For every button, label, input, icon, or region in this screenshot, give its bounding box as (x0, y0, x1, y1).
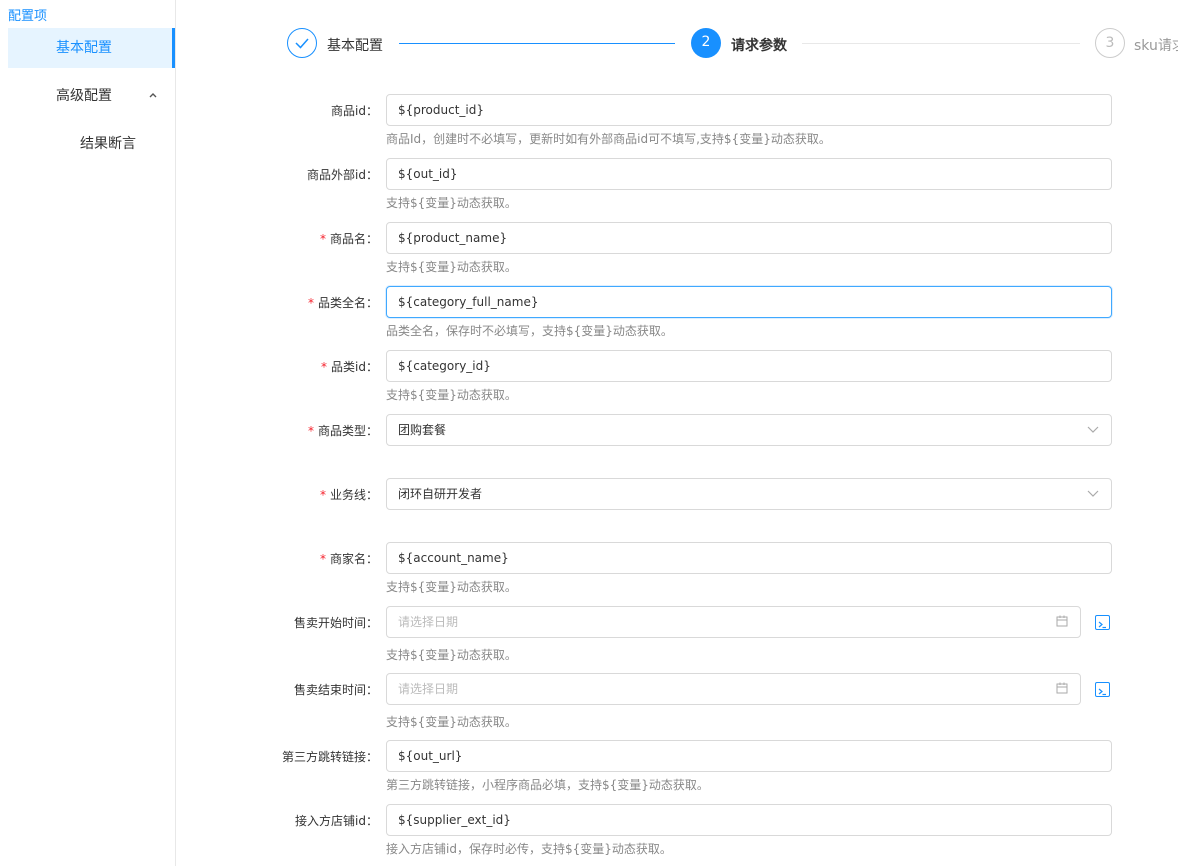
chevron-down-icon (1087, 479, 1099, 520)
step-3-title: sku请求参数 (1134, 38, 1178, 54)
required-mark: * (319, 232, 326, 246)
sidebar-item-advanced-config[interactable]: 高级配置 (8, 76, 175, 116)
sidebar-item-label: 基本配置 (56, 40, 112, 56)
step-2-connector (802, 43, 1080, 44)
step-3-icon: 3 (1095, 28, 1125, 58)
category-id-input[interactable]: ${category_id} (386, 350, 1112, 382)
date-placeholder: 请选择日期 (398, 615, 459, 629)
sidebar-item-label: 高级配置 (56, 88, 112, 104)
business-line-select[interactable]: 闭环自研开发者 (386, 478, 1112, 510)
form-label: * 商品名： (319, 232, 378, 246)
check-icon (295, 38, 309, 49)
form-label: 接入方店铺id： (295, 814, 378, 828)
sidebar: 配置项 基本配置 高级配置 结果断言 (0, 0, 176, 866)
sale-start-date-picker[interactable]: 请选择日期 (386, 606, 1081, 638)
form-label: 售卖开始时间： (293, 616, 378, 630)
calendar-icon (1056, 674, 1068, 715)
help-text: 支持${变量}动态获取。 (386, 196, 517, 210)
form-label: * 商家名： (319, 552, 378, 566)
out-id-input[interactable]: ${out_id} (386, 158, 1112, 190)
steps: 基本配置 2 请求参数 3 sku请求参数 (287, 28, 1178, 62)
variable-terminal-icon[interactable] (1095, 615, 1110, 630)
step-1-connector (399, 43, 675, 44)
chevron-down-icon (1087, 415, 1099, 456)
out-url-input[interactable]: ${out_url} (386, 740, 1112, 772)
form-label: 第三方跳转链接： (281, 750, 378, 764)
product-name-input[interactable]: ${product_name} (386, 222, 1112, 254)
help-text: 支持${变量}动态获取。 (386, 388, 517, 402)
sidebar-item-basic-config[interactable]: 基本配置 (8, 28, 175, 68)
required-mark: * (307, 296, 314, 310)
help-text: 第三方跳转链接，小程序商品必填，支持${变量}动态获取。 (386, 778, 709, 792)
step-1-icon (287, 28, 317, 58)
step-2-icon: 2 (691, 28, 721, 58)
form-label: * 品类id： (321, 360, 378, 374)
required-mark: * (307, 424, 314, 438)
form-label: 商品id： (331, 104, 378, 118)
sidebar-item-result-assertion[interactable]: 结果断言 (8, 124, 175, 164)
form-label: 商品外部id： (307, 168, 378, 182)
step-2-title: 请求参数 (731, 38, 787, 54)
form-label: * 品类全名： (307, 296, 378, 310)
required-mark: * (319, 488, 326, 502)
help-text: 支持${变量}动态获取。 (386, 715, 517, 729)
help-text: 支持${变量}动态获取。 (386, 260, 517, 274)
account-name-input[interactable]: ${account_name} (386, 542, 1112, 574)
sidebar-item-label: 结果断言 (80, 136, 136, 152)
help-text: 支持${变量}动态获取。 (386, 580, 517, 594)
select-value: 闭环自研开发者 (398, 487, 483, 501)
form-label: * 业务线： (319, 488, 378, 502)
variable-terminal-icon[interactable] (1095, 682, 1110, 697)
supplier-ext-id-input[interactable]: ${supplier_ext_id} (386, 804, 1112, 836)
help-text: 商品Id，创建时不必填写，更新时如有外部商品id可不填写,支持${变量}动态获取… (386, 132, 831, 146)
product-id-input[interactable]: ${product_id} (386, 94, 1112, 126)
product-type-select[interactable]: 团购套餐 (386, 414, 1112, 446)
required-mark: * (319, 552, 326, 566)
step-1-title: 基本配置 (327, 38, 383, 54)
help-text: 支持${变量}动态获取。 (386, 648, 517, 662)
form-label: * 商品类型： (307, 424, 378, 438)
sidebar-title: 配置项 (8, 9, 48, 24)
help-text: 品类全名，保存时不必填写，支持${变量}动态获取。 (386, 324, 673, 338)
calendar-icon (1056, 607, 1068, 648)
select-value: 团购套餐 (398, 423, 447, 437)
required-mark: * (321, 360, 328, 374)
help-text: 接入方店铺id，保存时必传，支持${变量}动态获取。 (386, 842, 672, 856)
date-placeholder: 请选择日期 (398, 682, 459, 696)
category-full-name-input[interactable]: ${category_full_name} (386, 286, 1112, 318)
sale-end-date-picker[interactable]: 请选择日期 (386, 673, 1081, 705)
form-label: 售卖结束时间： (293, 683, 378, 697)
